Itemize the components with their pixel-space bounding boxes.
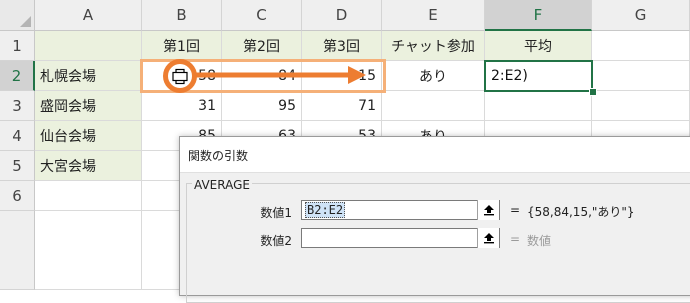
arg1-input[interactable]: B2:E2 (301, 200, 500, 220)
arg1-collapse-button[interactable] (477, 200, 499, 220)
arg2-collapse-button[interactable] (477, 228, 499, 248)
arg2-input[interactable] (301, 228, 500, 248)
spreadsheet-grid: A B C D E F G 1 2 3 4 5 6 第1回 第2回 第3回 チャ… (0, 0, 690, 303)
arg1-result: {58,84,15,"あり"} (527, 205, 635, 219)
drag-arrow-head-icon (348, 66, 366, 84)
arg1-label: 数値1 (260, 206, 292, 220)
function-arguments-dialog: 関数の引数 AVERAGE 数値1 B2:E2 = {58,84,15,"あり"… (179, 136, 690, 303)
collapse-dialog-icon (483, 233, 494, 244)
function-name-label: AVERAGE (192, 178, 252, 192)
dialog-title: 関数の引数 (188, 149, 249, 163)
dialog-title-bar[interactable] (180, 137, 690, 173)
arg2-result: 数値 (527, 234, 552, 248)
collapse-dialog-icon (483, 205, 494, 216)
arg2-equals: = (510, 232, 521, 246)
arg1-equals: = (510, 203, 521, 217)
arg2-label: 数値2 (260, 234, 292, 248)
arg1-value: B2:E2 (305, 202, 346, 218)
